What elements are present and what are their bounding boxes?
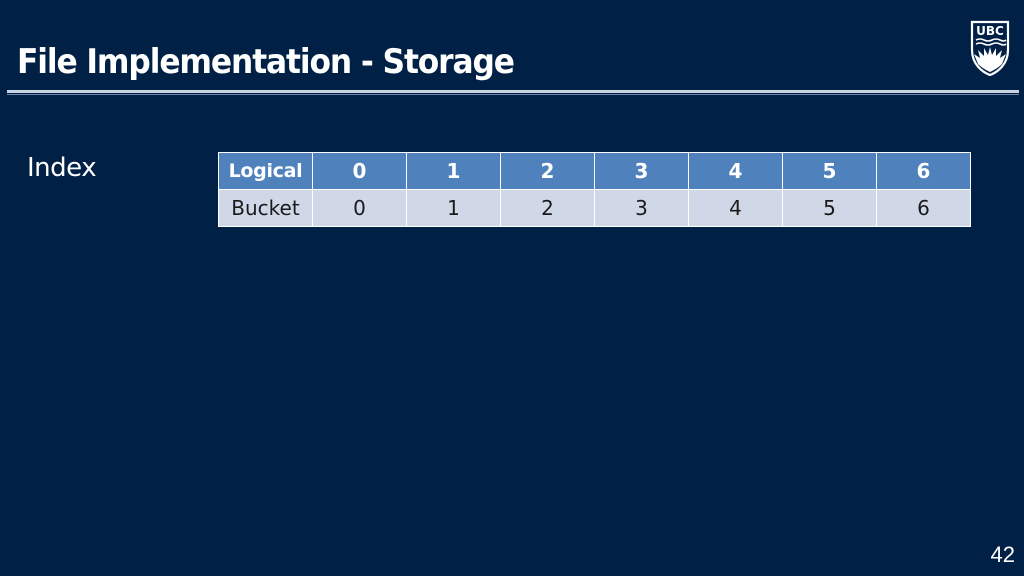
table-cell: 4 xyxy=(688,189,783,227)
title-divider-shadow xyxy=(7,94,1019,95)
table-cell: 1 xyxy=(406,189,501,227)
slide-title: File Implementation - Storage xyxy=(17,42,515,82)
header-cell: 4 xyxy=(688,152,783,190)
header-label-cell: Logical xyxy=(218,152,313,190)
row-label-cell: Bucket xyxy=(218,189,313,227)
index-table: Logical 0 1 2 3 4 5 6 Bucket 0 1 2 3 4 5… xyxy=(218,152,971,227)
table-row: Bucket 0 1 2 3 4 5 6 xyxy=(218,189,971,227)
page-number: 42 xyxy=(990,542,1015,567)
header-cell: 1 xyxy=(406,152,501,190)
logo-text: UBC xyxy=(976,24,1004,38)
index-label: Index xyxy=(27,153,97,183)
header-cell: 2 xyxy=(500,152,595,190)
ubc-logo-icon: UBC xyxy=(970,20,1010,76)
header-cell: 5 xyxy=(782,152,877,190)
title-divider xyxy=(7,90,1019,93)
table-cell: 5 xyxy=(782,189,877,227)
table-cell: 3 xyxy=(594,189,689,227)
header-cell: 0 xyxy=(312,152,407,190)
table-cell: 6 xyxy=(876,189,971,227)
table-cell: 2 xyxy=(500,189,595,227)
table-cell: 0 xyxy=(312,189,407,227)
header-cell: 3 xyxy=(594,152,689,190)
table-header-row: Logical 0 1 2 3 4 5 6 xyxy=(218,152,971,190)
header-cell: 6 xyxy=(876,152,971,190)
